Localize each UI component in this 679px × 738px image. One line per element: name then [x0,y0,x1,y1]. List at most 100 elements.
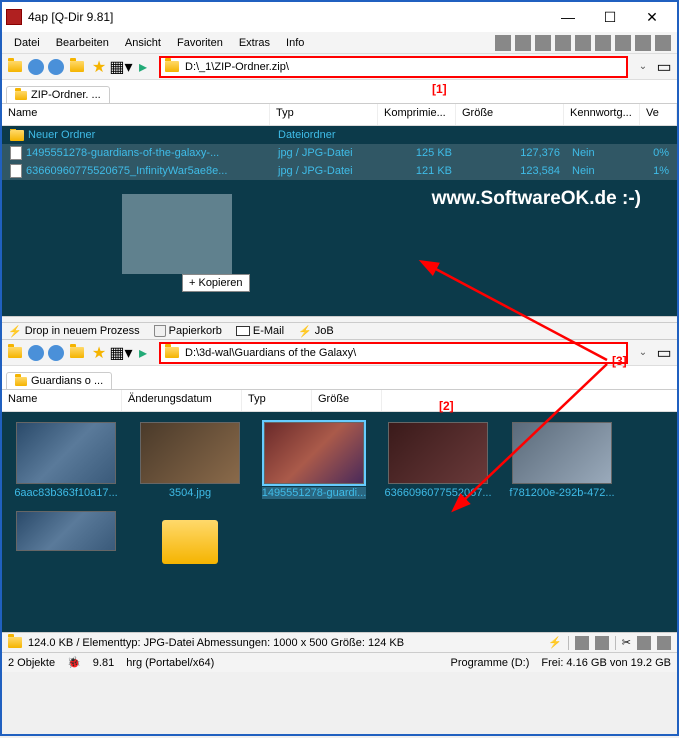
tab-folder-icon [15,377,27,386]
paste-icon[interactable] [657,636,671,650]
pane2-content[interactable]: 6aac83b363f10a17... 3504.jpg 1495551278-gu… [2,412,677,632]
favorite-icon[interactable]: ★ [90,58,108,76]
col-komp[interactable]: Komprimie... [378,104,456,125]
extra-toolbar-icon[interactable]: ▭ [655,58,673,76]
thumbnail[interactable]: 3504.jpg [134,422,246,499]
pane1-content[interactable]: Neuer OrdnerDateiordner1495551278-guardi… [2,126,677,316]
folder-icon [10,130,24,141]
menu-datei[interactable]: Datei [6,35,48,51]
rightarrow-icon[interactable]: ▸ [134,58,152,76]
thumbnail[interactable]: f781200e-292b-472... [506,422,618,499]
thumb-label: 3504.jpg [169,487,211,499]
status-icon-1[interactable] [575,636,589,650]
pane1-address-bar[interactable]: D:\_1\ZIP-Ordner.zip\ [160,57,627,77]
menu-bearbeiten[interactable]: Bearbeiten [48,35,117,51]
layout-icon-1[interactable] [495,35,511,51]
nav-fwd-icon[interactable] [48,345,64,361]
thumb-image [264,422,364,484]
email-button[interactable]: E-Mail [236,325,284,337]
menu-favoriten[interactable]: Favoriten [169,35,231,51]
nav-back-icon[interactable] [28,59,44,75]
extra-toolbar-icon[interactable]: ▭ [655,344,673,362]
col-groesse[interactable]: Größe [312,390,382,411]
menu-extras[interactable]: Extras [231,35,278,51]
pane2-tab[interactable]: Guardians o ... [6,372,112,389]
layout-icon-3[interactable] [535,35,551,51]
layout-icon-9[interactable] [655,35,671,51]
favorite-icon[interactable]: ★ [90,344,108,362]
nav-up-icon[interactable] [68,344,86,362]
mode: hrg (Portabel/x64) [126,657,214,669]
pane2-tab-label: Guardians o ... [31,375,103,387]
col-kennwort[interactable]: Kennwortg... [564,104,640,125]
file-password: Nein [566,147,642,159]
thumbnail[interactable] [10,511,122,573]
file-password: Nein [566,165,642,177]
menu-info[interactable]: Info [278,35,312,51]
thumb-label: 6aac83b363f10a17... [14,487,117,499]
nav-fwd-icon[interactable] [48,59,64,75]
layout-icon-5[interactable] [575,35,591,51]
papierkorb-button[interactable]: Papierkorb [154,325,222,337]
minimize-button[interactable]: — [547,3,589,31]
rightarrow-icon[interactable]: ▸ [134,344,152,362]
cut-icon[interactable]: ✂ [622,636,631,649]
address-dropdown-icon[interactable]: ⌄ [635,347,651,358]
statusbar: 124.0 KB / Elementtyp: JPG-Datei Abmessu… [2,632,677,652]
layout-icon-2[interactable] [515,35,531,51]
layout-icon-8[interactable] [635,35,651,51]
pane1-address-text: D:\_1\ZIP-Ordner.zip\ [185,61,289,73]
file-type: jpg / JPG-Datei [272,147,380,159]
thumb-image [140,422,240,484]
tab-folder-icon [15,91,27,100]
col-typ[interactable]: Typ [270,104,378,125]
folder-row[interactable]: Neuer OrdnerDateiordner [2,126,677,144]
col-name[interactable]: Name [2,390,122,411]
status-text: 124.0 KB / Elementtyp: JPG-Datei Abmessu… [28,637,404,649]
col-groesse[interactable]: Größe [456,104,564,125]
copy-icon[interactable] [637,636,651,650]
folder-icon[interactable] [6,344,24,362]
thumbnail[interactable]: 6366096077552067... [382,422,494,499]
col-typ[interactable]: Typ [242,390,312,411]
window-title: 4ap [Q-Dir 9.81] [28,10,547,24]
folder-icon[interactable] [6,58,24,76]
drop-process-button[interactable]: ⚡Drop in neuem Prozess [8,325,140,338]
nav-up-icon[interactable] [68,58,86,76]
view-icon[interactable]: ▦▾ [112,58,130,76]
close-button[interactable]: ✕ [631,3,673,31]
file-compressed: 125 KB [380,147,458,159]
address-dropdown-icon[interactable]: ⌄ [635,61,651,72]
job-button[interactable]: ⚡JoB [298,325,334,338]
pane2-address-bar[interactable]: D:\3d-wal\Guardians of the Galaxy\ [160,343,627,363]
thumb-label: 1495551278-guardi... [262,487,367,499]
menubar: Datei Bearbeiten Ansicht Favoriten Extra… [2,32,677,54]
status-folder-icon [8,637,22,648]
file-row[interactable]: 63660960775520675_InfinityWar5ae8e...jpg… [2,162,677,180]
file-ratio: 0% [642,147,675,159]
pane1-tabstrip: ZIP-Ordner. ... [2,80,677,104]
thumbnail-folder[interactable] [134,511,246,573]
layout-icon-4[interactable] [555,35,571,51]
thumbnail[interactable]: 1495551278-guardi... [258,422,370,499]
drag-tooltip: + Kopieren [182,274,250,292]
nav-back-icon[interactable] [28,345,44,361]
col-aend[interactable]: Änderungsdatum [122,390,242,411]
version-icon: 🐞 [67,656,81,669]
bolt-icon[interactable]: ⚡ [548,636,562,649]
layout-icon-6[interactable] [595,35,611,51]
drive-label: Programme (D:) [451,657,530,669]
file-name: 1495551278-guardians-of-the-galaxy-... [26,147,219,159]
drag-ghost [122,194,232,274]
col-name[interactable]: Name [2,104,270,125]
view-icon[interactable]: ▦▾ [112,344,130,362]
maximize-button[interactable]: ☐ [589,3,631,31]
layout-icon-7[interactable] [615,35,631,51]
menu-ansicht[interactable]: Ansicht [117,35,169,51]
thumbnail[interactable]: 6aac83b363f10a17... [10,422,122,499]
status-icon-2[interactable] [595,636,609,650]
titlebar: 4ap [Q-Dir 9.81] — ☐ ✕ [2,2,677,32]
pane1-tab[interactable]: ZIP-Ordner. ... [6,86,110,103]
file-row[interactable]: 1495551278-guardians-of-the-galaxy-... jp… [2,144,677,162]
col-ve[interactable]: Ve [640,104,677,125]
